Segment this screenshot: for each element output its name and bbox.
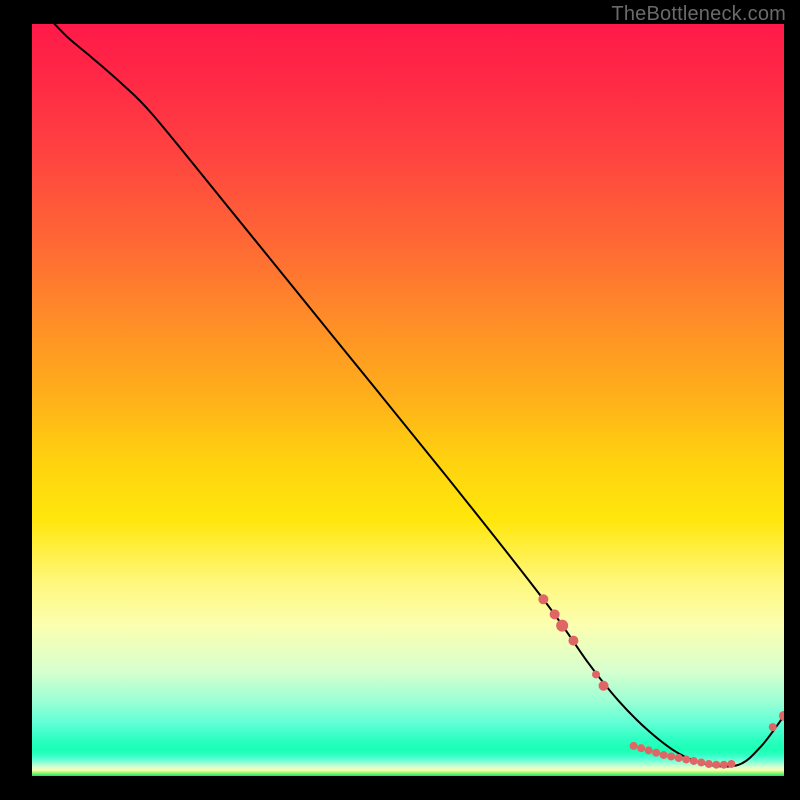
data-point [682, 755, 690, 763]
watermark-text: TheBottleneck.com [611, 3, 786, 26]
data-point [720, 761, 728, 769]
data-point [538, 594, 548, 604]
data-point [779, 711, 784, 721]
data-point [769, 723, 777, 731]
data-point [568, 636, 578, 646]
chart-stage: TheBottleneck.com [0, 0, 800, 800]
data-point [550, 609, 560, 619]
data-point [675, 754, 683, 762]
data-point [667, 752, 675, 760]
data-point [697, 758, 705, 766]
data-point [652, 749, 660, 757]
chart-overlay [32, 24, 784, 776]
data-point [705, 760, 713, 768]
data-point [690, 757, 698, 765]
data-point [645, 746, 653, 754]
data-point [599, 681, 609, 691]
data-point [556, 620, 568, 632]
data-point [727, 760, 735, 768]
bottleneck-curve [55, 24, 784, 767]
plot-area [32, 24, 784, 776]
data-point [660, 751, 668, 759]
data-point [592, 670, 600, 678]
data-point [630, 742, 638, 750]
data-point [712, 761, 720, 769]
data-point [637, 744, 645, 752]
